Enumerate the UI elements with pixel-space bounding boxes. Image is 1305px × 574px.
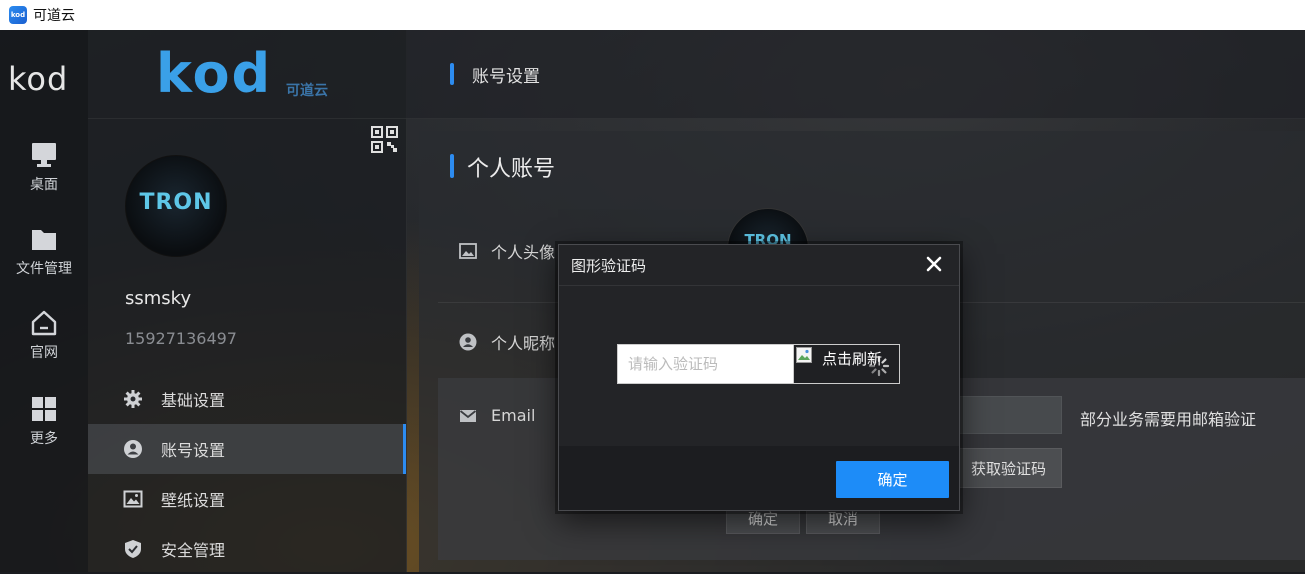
row-avatar: 个人头像 bbox=[459, 239, 555, 263]
brand-logo: kod bbox=[156, 42, 273, 105]
captcha-input[interactable] bbox=[617, 344, 793, 384]
brand-header: kod 可道云 bbox=[88, 30, 406, 119]
nav-item-label: 账号设置 bbox=[161, 441, 226, 460]
profile-avatar[interactable]: TRON bbox=[125, 155, 227, 257]
monitor-icon bbox=[32, 143, 56, 167]
home-icon bbox=[31, 310, 57, 336]
dialog-body: 点击刷新 bbox=[559, 286, 959, 446]
folder-icon bbox=[32, 230, 56, 250]
main-header: 账号设置 bbox=[406, 30, 1305, 119]
header-accent-bar bbox=[450, 63, 454, 85]
page-title: 账号设置 bbox=[472, 67, 540, 87]
user-icon bbox=[124, 440, 142, 458]
grid-icon bbox=[32, 397, 56, 421]
shield-icon bbox=[125, 540, 141, 558]
nav-item-security[interactable]: 安全管理 bbox=[88, 524, 406, 574]
profile-phone: 15927136497 bbox=[125, 329, 237, 348]
loading-spinner-icon bbox=[868, 355, 890, 377]
panel-accent-bar bbox=[450, 154, 454, 178]
nav-item-account-settings[interactable]: 账号设置 bbox=[88, 424, 406, 474]
rail-item-label: 桌面 bbox=[30, 177, 58, 193]
nav-item-label: 基础设置 bbox=[161, 391, 226, 410]
rail-item-label: 文件管理 bbox=[16, 261, 72, 277]
nav-item-basic-settings[interactable]: 基础设置 bbox=[88, 374, 406, 424]
email-hint: 部分业务需要用邮箱验证 bbox=[1080, 410, 1257, 429]
dialog-header: 图形验证码 bbox=[559, 245, 959, 286]
row-avatar-label: 个人头像 bbox=[491, 243, 556, 262]
left-rail: kod 桌面 文件管理 官网 更多 bbox=[0, 30, 88, 572]
rail-item-files[interactable]: 文件管理 bbox=[0, 226, 88, 278]
image-icon bbox=[459, 243, 477, 259]
gear-icon bbox=[124, 390, 142, 408]
row-nickname: 个人昵称 bbox=[459, 330, 555, 354]
rail-item-label: 官网 bbox=[30, 345, 58, 361]
profile-username: ssmsky bbox=[125, 288, 192, 309]
brand-subtitle: 可道云 bbox=[286, 83, 328, 99]
nav-item-wallpaper-settings[interactable]: 壁纸设置 bbox=[88, 474, 406, 524]
close-icon[interactable] bbox=[923, 253, 945, 275]
mail-icon bbox=[459, 409, 477, 422]
row-email: Email bbox=[459, 406, 535, 425]
nav-item-label: 壁纸设置 bbox=[161, 491, 226, 510]
rail-item-label: 更多 bbox=[30, 431, 58, 447]
row-email-label: Email bbox=[491, 406, 536, 425]
app-logo-icon: kod bbox=[9, 6, 27, 24]
nav-item-label: 安全管理 bbox=[161, 541, 226, 560]
window-title: 可道云 bbox=[33, 8, 75, 24]
dialog-title: 图形验证码 bbox=[571, 257, 647, 275]
captcha-dialog: 图形验证码 点击刷新 bbox=[558, 244, 960, 511]
qrcode-icon[interactable] bbox=[371, 126, 398, 153]
rail-item-more[interactable]: 更多 bbox=[0, 396, 88, 448]
rail-item-desktop[interactable]: 桌面 bbox=[0, 142, 88, 194]
row-nickname-label: 个人昵称 bbox=[491, 334, 556, 353]
user-icon bbox=[459, 333, 477, 351]
broken-image-icon bbox=[796, 347, 812, 363]
get-code-button[interactable]: 获取验证码 bbox=[955, 448, 1062, 488]
email-input[interactable] bbox=[958, 396, 1062, 434]
dialog-confirm-button[interactable]: 确定 bbox=[836, 461, 949, 498]
image-icon bbox=[123, 490, 143, 508]
window-titlebar: kod 可道云 bbox=[0, 0, 1305, 30]
captcha-image-refresh[interactable]: 点击刷新 bbox=[793, 344, 900, 384]
rail-item-website[interactable]: 官网 bbox=[0, 310, 88, 362]
panel-title: 个人账号 bbox=[467, 157, 556, 182]
rail-logo[interactable]: kod bbox=[8, 60, 68, 98]
